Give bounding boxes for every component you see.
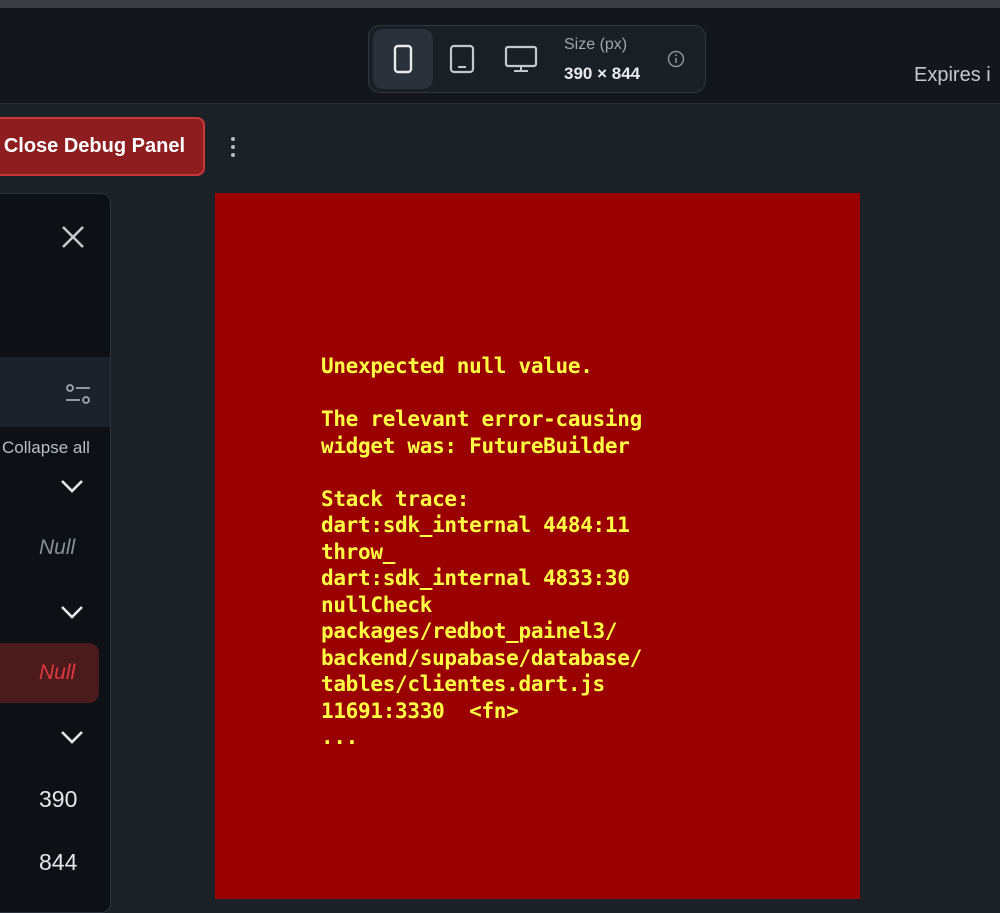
size-value: 390 × 844 xyxy=(564,64,641,83)
top-toolbar: Size (px) 390 × 844 Expires i xyxy=(0,8,1000,104)
phone-icon xyxy=(393,44,413,74)
chevron-down-icon[interactable] xyxy=(59,478,85,494)
close-debug-panel-button[interactable]: Close Debug Panel xyxy=(0,117,205,176)
panel-filter-row xyxy=(0,357,110,427)
debug-panel: Collapse all Null Null 390 844 xyxy=(0,193,111,913)
phone-view-button[interactable] xyxy=(373,29,433,89)
expires-text: Expires i xyxy=(914,64,991,86)
info-icon[interactable] xyxy=(667,50,685,68)
height-value: 844 xyxy=(39,849,78,875)
collapse-all-button[interactable]: Collapse all xyxy=(2,438,90,458)
filter-settings-icon[interactable] xyxy=(64,380,92,408)
width-value: 390 xyxy=(39,786,78,812)
error-message: Unexpected null value. The relevant erro… xyxy=(321,354,642,749)
tablet-view-button[interactable] xyxy=(432,29,492,89)
desktop-icon xyxy=(504,45,538,72)
close-icon[interactable] xyxy=(58,222,88,252)
window-top-strip xyxy=(0,0,1000,8)
null-error-value: Null xyxy=(39,661,76,684)
tablet-icon xyxy=(449,44,475,74)
desktop-view-button[interactable] xyxy=(491,29,551,89)
size-label: Size (px) xyxy=(564,36,628,53)
device-preview-error-screen: Unexpected null value. The relevant erro… xyxy=(215,193,860,899)
chevron-down-icon[interactable] xyxy=(59,604,85,620)
null-value-field: Null xyxy=(39,536,76,559)
chevron-down-icon[interactable] xyxy=(59,729,85,745)
more-options-icon[interactable] xyxy=(224,132,242,162)
device-size-selector: Size (px) 390 × 844 xyxy=(368,25,706,93)
